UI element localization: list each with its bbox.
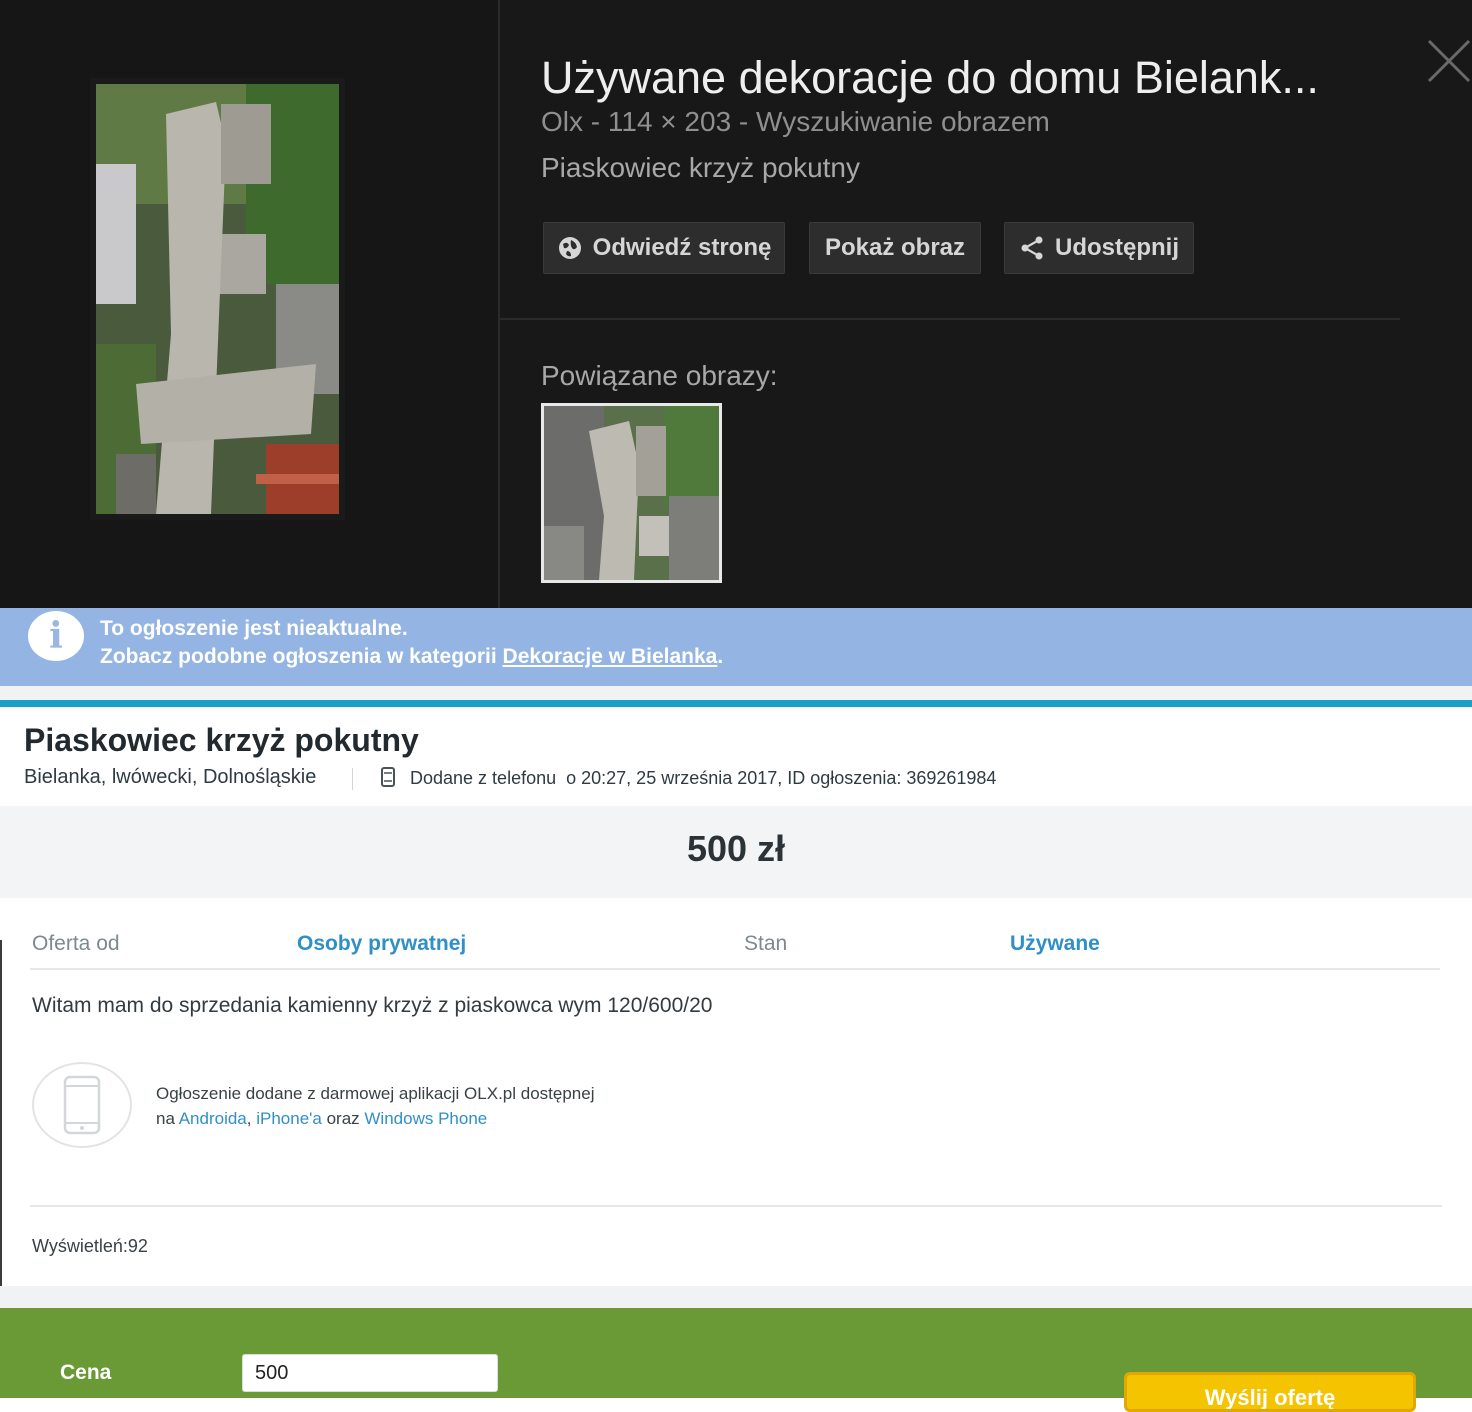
- views-count: Wyświetleń:92: [32, 1236, 148, 1256]
- ad-location[interactable]: Bielanka, lwówecki, Dolnośląskie: [24, 766, 316, 789]
- mobile-app-badge: [32, 1062, 132, 1148]
- condition-label: Stan: [744, 932, 788, 955]
- offer-from-label: Oferta od: [32, 932, 120, 955]
- show-image-button[interactable]: Pokaż obraz: [809, 222, 981, 274]
- viewer-description: Piaskowiec krzyż pokutny: [541, 152, 861, 183]
- viewer-title[interactable]: Używane dekoracje do domu Bielank...: [541, 52, 1381, 104]
- added-date-id: o 20:27, 25 września 2017, ID ogłoszenia…: [566, 768, 997, 788]
- alert-category-suffix: .: [717, 645, 724, 668]
- ad-title: Piaskowiec krzyż pokutny: [24, 722, 419, 758]
- smartphone-icon: [63, 1075, 101, 1135]
- spacer-strip: [0, 686, 1472, 700]
- details-divider: [30, 968, 1440, 970]
- iphone-link[interactable]: iPhone'a: [256, 1109, 322, 1128]
- content-left-border: [0, 940, 2, 1286]
- android-link[interactable]: Androida: [179, 1109, 247, 1128]
- share-icon: [1021, 236, 1043, 260]
- main-preview-image[interactable]: [90, 78, 345, 520]
- viewer-meta: Olx - 114 × 203 - Wyszukiwanie obrazem: [541, 106, 1050, 137]
- price-input[interactable]: [242, 1354, 498, 1392]
- show-image-label: Pokaż obraz: [824, 234, 966, 261]
- image-viewer-panel: Używane dekoracje do domu Bielank... Olx…: [0, 0, 1472, 608]
- offer-from-value[interactable]: Osoby prywatnej: [297, 932, 466, 956]
- visit-page-label: Odwiedź stronę: [592, 234, 772, 261]
- related-images-label: Powiązane obrazy:: [541, 360, 778, 391]
- related-image-thumbnail[interactable]: [541, 403, 722, 583]
- spacer-strip-bottom: [0, 1286, 1472, 1308]
- location-divider: [352, 768, 353, 790]
- info-icon: i: [28, 611, 84, 661]
- share-button[interactable]: Udostępnij: [1004, 222, 1194, 274]
- share-label: Udostępnij: [1055, 234, 1179, 261]
- ad-description: Witam mam do sprzedania kamienny krzyż z…: [32, 994, 713, 1017]
- app-note-sep: ,: [246, 1109, 257, 1128]
- condition-value[interactable]: Używane: [1010, 932, 1100, 956]
- app-note-line1: Ogłoszenie dodane z darmowej aplikacji O…: [156, 1084, 595, 1103]
- alert-message: To ogłoszenie jest nieaktualne.: [100, 617, 408, 640]
- added-from-phone: Dodane z telefonu: [410, 768, 557, 788]
- visit-page-button[interactable]: Odwiedź stronę: [543, 222, 785, 274]
- viewer-divider: [498, 0, 500, 608]
- send-offer-button[interactable]: Wyślij ofertę: [1124, 1372, 1416, 1412]
- phone-icon: [381, 767, 395, 787]
- accent-bar: [0, 700, 1472, 707]
- alert-category-line: Zobacz podobne ogłoszenia w kategorii De…: [100, 645, 723, 669]
- viewer-separator: [500, 318, 1400, 320]
- close-icon[interactable]: [1424, 36, 1472, 86]
- app-note-line2: na Androida, iPhone'a oraz Windows Phone: [156, 1109, 487, 1129]
- alert-category-prefix: Zobacz podobne ogłoszenia w kategorii: [100, 645, 503, 668]
- views-divider: [30, 1205, 1442, 1207]
- windows-phone-link[interactable]: Windows Phone: [364, 1109, 487, 1128]
- globe-icon: [558, 237, 581, 259]
- stone-cross-photo: [96, 84, 339, 514]
- related-stone-photo: [544, 406, 719, 580]
- ad-price: 500 zł: [686, 828, 786, 869]
- app-note-na: na: [156, 1109, 179, 1128]
- ad-added-info: Dodane z telefonu o 20:27, 25 września 2…: [410, 768, 996, 789]
- category-link[interactable]: Dekoracje w Bielanka: [503, 645, 718, 668]
- app-note-oraz: oraz: [321, 1109, 365, 1128]
- price-field-label: Cena: [60, 1361, 112, 1384]
